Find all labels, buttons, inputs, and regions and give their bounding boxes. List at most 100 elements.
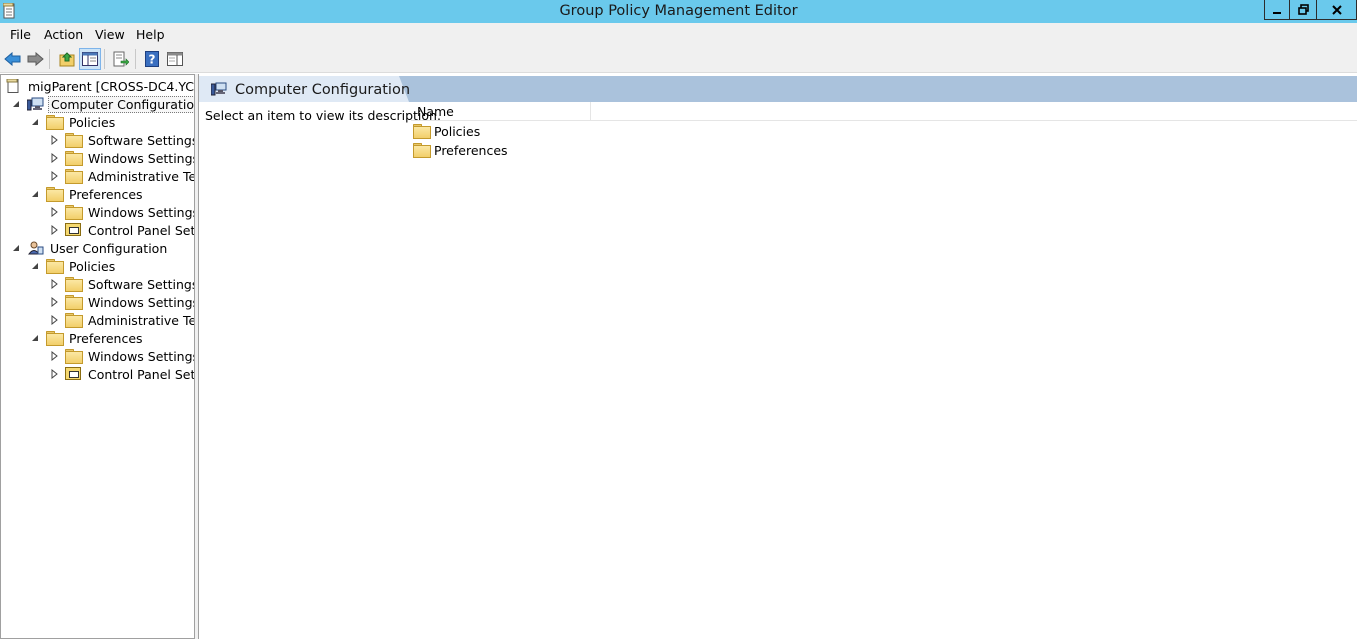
tree-item-uc-windows-settings[interactable]: Windows Settings <box>49 293 195 311</box>
collapsed-arrow-icon[interactable] <box>49 225 59 235</box>
show-hide-console-tree-button[interactable] <box>79 48 101 70</box>
tree-item-cc-policies[interactable]: Policies <box>30 113 117 131</box>
tree-item-uc-preferences[interactable]: Preferences <box>30 329 145 347</box>
user-configuration-icon <box>28 241 44 255</box>
folder-icon <box>46 115 64 130</box>
collapsed-arrow-icon[interactable] <box>49 315 59 325</box>
menu-bar: File Action View Help <box>0 23 1357 45</box>
menu-view[interactable]: View <box>95 27 125 42</box>
list-item-label: Preferences <box>434 142 508 158</box>
folder-icon <box>46 259 64 274</box>
column-header-name[interactable]: Name <box>411 102 591 121</box>
tree-label: User Configuration <box>50 240 168 256</box>
tree-item-uc-control-panel-settings[interactable]: Control Panel Setting <box>49 365 195 383</box>
computer-configuration-icon <box>211 82 227 96</box>
close-button[interactable] <box>1317 0 1357 20</box>
tree-label: Preferences <box>69 186 143 202</box>
export-list-icon <box>113 51 129 67</box>
menu-action[interactable]: Action <box>44 27 83 42</box>
policy-document-icon <box>6 79 19 93</box>
show-action-pane-button[interactable] <box>164 48 186 70</box>
window-title: Group Policy Management Editor <box>559 3 798 19</box>
tree-label: Policies <box>69 258 116 274</box>
tree-item-user-configuration[interactable]: User Configuration <box>11 239 169 257</box>
tree-label: Computer Configuration <box>48 95 194 113</box>
close-icon <box>1331 4 1342 15</box>
tree-item-cc-software-settings[interactable]: Software Settings <box>49 131 194 149</box>
collapsed-arrow-icon[interactable] <box>49 135 59 145</box>
collapsed-arrow-icon[interactable] <box>49 369 59 379</box>
description-text: Select an item to view its description. <box>205 108 441 123</box>
restore-icon <box>1297 4 1309 15</box>
tree-label: Control Panel Setting <box>88 366 195 382</box>
svg-text:?: ? <box>149 53 156 67</box>
folder-icon <box>65 277 83 292</box>
folder-icon <box>65 295 83 310</box>
minimize-button[interactable] <box>1264 0 1290 20</box>
tree-item-cc-control-panel-settings[interactable]: Control Panel Setting <box>49 221 195 239</box>
collapsed-arrow-icon[interactable] <box>49 279 59 289</box>
forward-button[interactable] <box>24 48 46 70</box>
tree-label: Windows Settings <box>88 150 195 166</box>
tree-item-cc-pref-windows-settings[interactable]: Windows Settings <box>49 203 195 221</box>
tree-label: Windows Settings <box>88 294 195 310</box>
tree-label: Policies <box>69 114 116 130</box>
tree-label: Windows Settings <box>88 348 195 364</box>
show-hide-tree-icon <box>82 52 98 66</box>
menu-help[interactable]: Help <box>136 27 165 42</box>
tree-item-uc-software-settings[interactable]: Software Settings <box>49 275 194 293</box>
details-header: Computer Configuration <box>199 76 1357 102</box>
list-item[interactable]: Policies <box>413 122 480 140</box>
folder-icon <box>65 349 83 364</box>
tree-item-uc-pref-windows-settings[interactable]: Windows Settings <box>49 347 195 365</box>
tree-label: Administrative Temp <box>88 312 195 328</box>
collapsed-arrow-icon[interactable] <box>49 153 59 163</box>
tree-item-cc-administrative-templates[interactable]: Administrative Temp <box>49 167 195 185</box>
folder-icon <box>65 169 83 184</box>
console-tree[interactable]: migParent [CROSS-DC4.YCROS Computer Conf… <box>0 74 195 639</box>
help-icon: ? <box>145 51 159 67</box>
tree-label: Windows Settings <box>88 204 195 220</box>
menu-file[interactable]: File <box>10 27 31 42</box>
up-one-level-button[interactable] <box>56 48 78 70</box>
up-folder-icon <box>59 52 75 67</box>
tree-label: Control Panel Setting <box>88 222 195 238</box>
tree-item-uc-policies[interactable]: Policies <box>30 257 117 275</box>
expanded-arrow-icon[interactable] <box>30 189 40 199</box>
collapsed-arrow-icon[interactable] <box>49 171 59 181</box>
title-bar: Group Policy Management Editor <box>0 0 1357 23</box>
folder-icon <box>65 313 83 328</box>
expanded-arrow-icon[interactable] <box>30 117 40 127</box>
export-list-button[interactable] <box>110 48 132 70</box>
tree-label: Preferences <box>69 330 143 346</box>
list-item[interactable]: Preferences <box>413 141 508 159</box>
help-button[interactable]: ? <box>141 48 163 70</box>
details-title: Computer Configuration <box>235 82 411 98</box>
properties-pane-icon <box>167 52 183 66</box>
collapsed-arrow-icon[interactable] <box>49 351 59 361</box>
forward-arrow-icon <box>27 52 44 66</box>
collapsed-arrow-icon[interactable] <box>49 207 59 217</box>
folder-icon <box>65 151 83 166</box>
folder-icon <box>65 205 83 220</box>
folder-icon <box>413 124 431 139</box>
collapsed-arrow-icon[interactable] <box>49 297 59 307</box>
tree-item-cc-preferences[interactable]: Preferences <box>30 185 145 203</box>
tree-item-uc-administrative-templates[interactable]: Administrative Temp <box>49 311 195 329</box>
tree-item-computer-configuration[interactable]: Computer Configuration <box>11 95 194 113</box>
expanded-arrow-icon[interactable] <box>30 333 40 343</box>
tree-item-cc-windows-settings[interactable]: Windows Settings <box>49 149 195 167</box>
tree-label: Administrative Temp <box>88 168 195 184</box>
list-item-label: Policies <box>434 123 481 139</box>
folder-icon <box>46 187 64 202</box>
expanded-arrow-icon[interactable] <box>11 243 21 253</box>
back-button[interactable] <box>2 48 24 70</box>
tree-root[interactable]: migParent [CROSS-DC4.YCROS <box>5 77 194 95</box>
minimize-icon <box>1273 11 1281 14</box>
control-panel-icon <box>65 367 82 381</box>
back-arrow-icon <box>4 52 21 66</box>
expanded-arrow-icon[interactable] <box>30 261 40 271</box>
expanded-arrow-icon[interactable] <box>11 99 21 109</box>
restore-button[interactable] <box>1290 0 1317 20</box>
folder-icon <box>65 133 83 148</box>
